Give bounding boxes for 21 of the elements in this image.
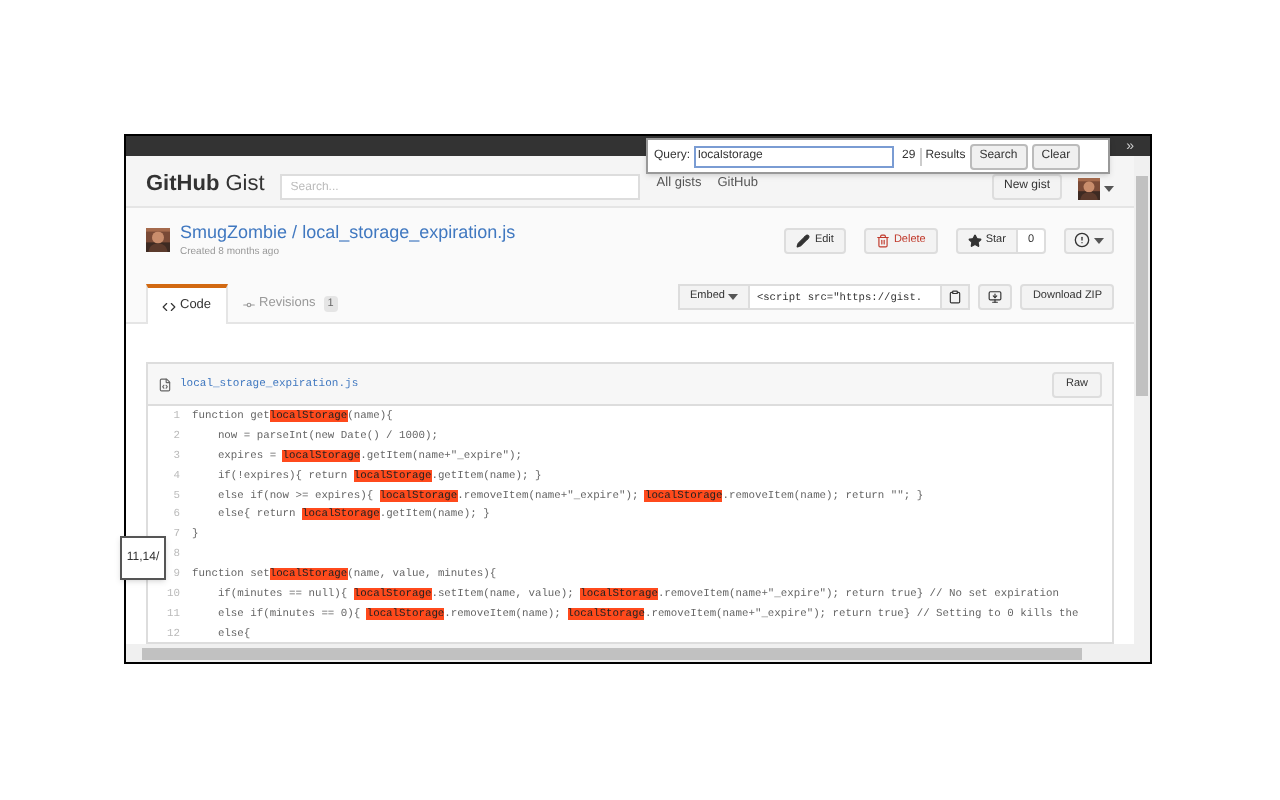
scrollbar-thumb[interactable] — [1136, 176, 1148, 396]
caret-icon — [1094, 237, 1104, 243]
vertical-scrollbar[interactable] — [1134, 156, 1150, 644]
code-icon — [162, 299, 176, 313]
pencil-icon — [796, 233, 811, 247]
gist-title: SmugZombie / local_storage_expiration.js — [180, 222, 516, 245]
commit-icon — [241, 297, 256, 311]
trash-icon — [875, 233, 890, 247]
horizontal-scrollbar[interactable] — [126, 644, 1150, 662]
desktop-icon — [988, 290, 1003, 304]
clipboard-icon — [948, 290, 963, 304]
alert-icon — [1074, 232, 1090, 248]
caret-icon — [728, 294, 739, 300]
scrollbar-thumb[interactable] — [142, 647, 1082, 659]
site-logo[interactable]: GitHub Gist — [146, 167, 265, 200]
file-icon — [158, 377, 172, 391]
desktop-button[interactable] — [978, 284, 1013, 310]
star-icon — [967, 233, 982, 247]
caret-icon — [1104, 186, 1114, 192]
copy-button[interactable] — [940, 284, 971, 310]
alert-dropdown-button[interactable] — [1064, 227, 1114, 253]
